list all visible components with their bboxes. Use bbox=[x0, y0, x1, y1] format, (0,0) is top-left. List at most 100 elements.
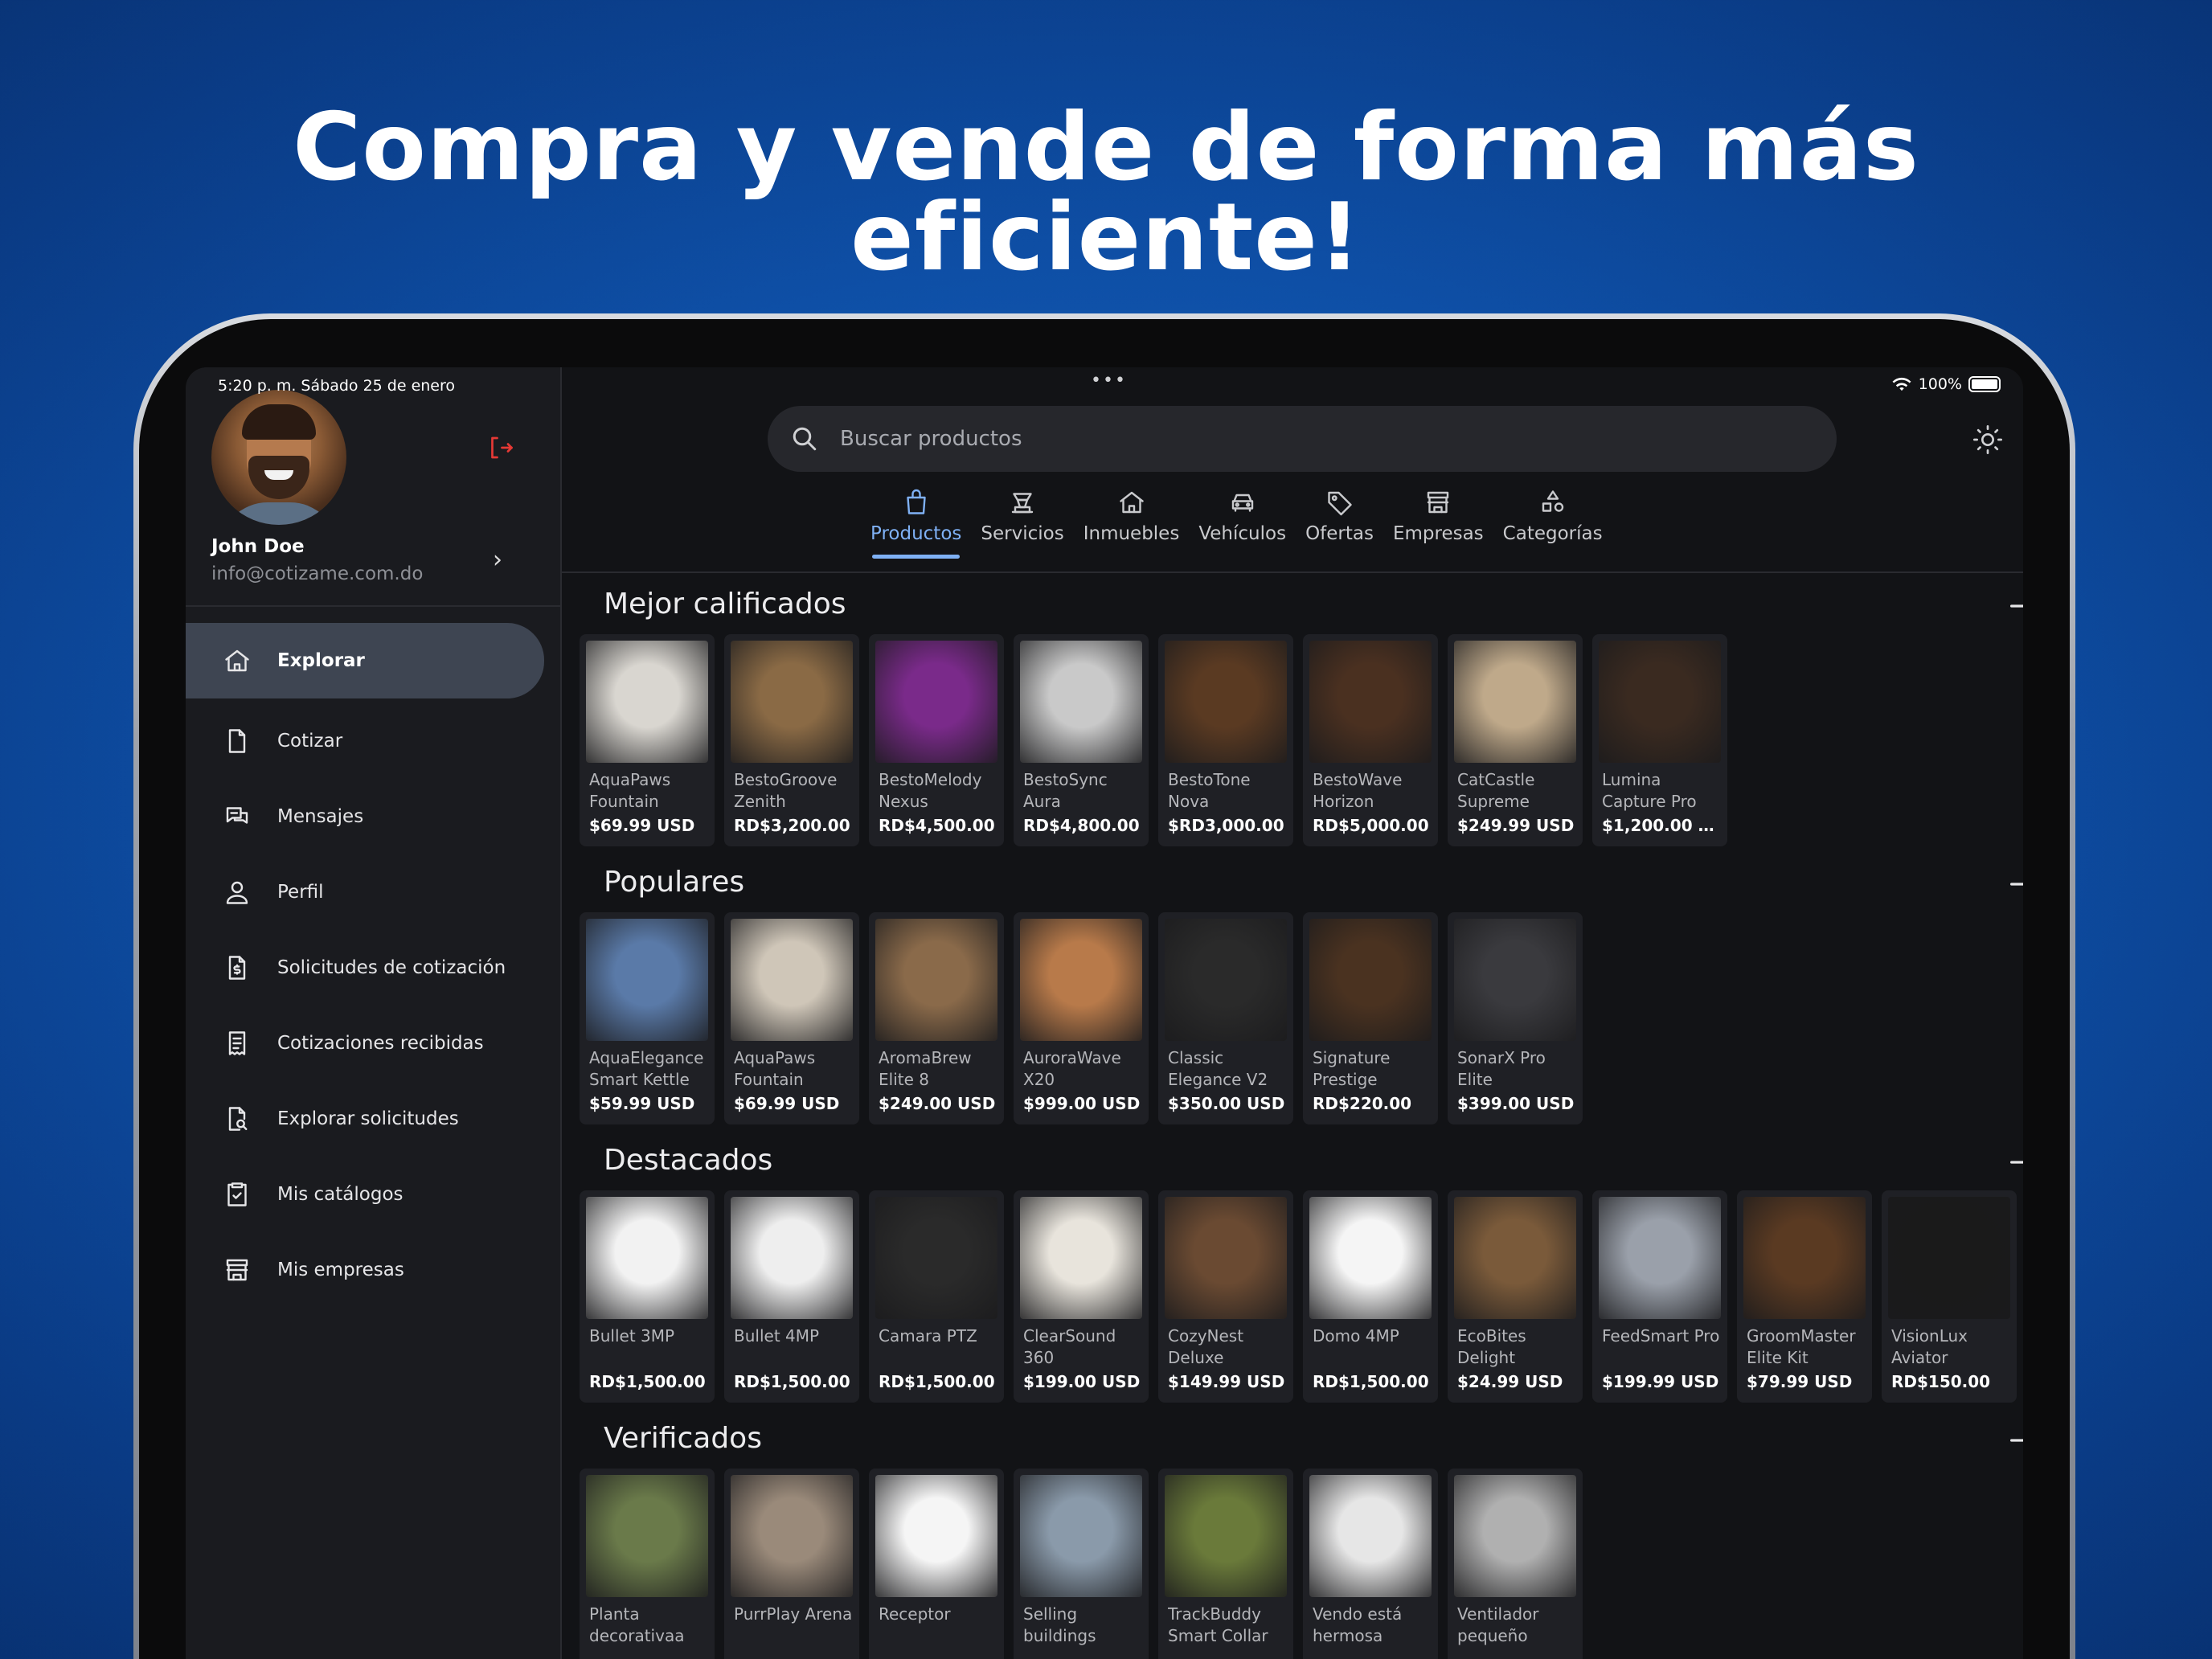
sidebar-item-mis-empresas[interactable]: Mis empresas bbox=[186, 1232, 560, 1308]
search-bar[interactable]: Buscar productos bbox=[768, 406, 1837, 472]
tab-productos[interactable]: Productos bbox=[861, 488, 971, 559]
product-card[interactable]: VisionLux Aviator RD$150.00 bbox=[1882, 1190, 2017, 1403]
product-card[interactable]: Bullet 3MP RD$1,500.00 bbox=[580, 1190, 715, 1403]
tab-inmuebles[interactable]: Inmuebles bbox=[1074, 488, 1190, 544]
product-card[interactable]: AquaPaws Fountain $69.99 USD bbox=[724, 912, 859, 1124]
tab-servicios[interactable]: Servicios bbox=[971, 488, 1073, 544]
product-card[interactable]: AquaPaws Fountain $69.99 USD bbox=[580, 634, 715, 846]
search-input[interactable]: Buscar productos bbox=[840, 427, 1022, 451]
product-row: AquaPaws Fountain $69.99 USD BestoGroove Z… bbox=[580, 634, 1727, 846]
document-icon bbox=[228, 729, 246, 753]
product-card[interactable]: BestoTone Nova $RD3,000.00 bbox=[1158, 634, 1293, 846]
tab-label: Inmuebles bbox=[1083, 523, 1180, 544]
store-icon bbox=[1428, 491, 1449, 514]
product-card[interactable]: BestoMelody Nexus RD$4,500.00 bbox=[869, 634, 1004, 846]
product-card[interactable]: Ventilador pequeño bbox=[1448, 1469, 1583, 1659]
arrow-right-icon[interactable] bbox=[2009, 1428, 2023, 1452]
product-row: AquaElegance Smart Kettle $59.99 USD AquaP… bbox=[580, 912, 1583, 1124]
product-card[interactable]: Camara PTZ RD$1,500.00 bbox=[869, 1190, 1004, 1403]
product-price: $RD3,000.00 bbox=[1168, 816, 1284, 835]
category-tabs: Productos Servicios Inmuebles Vehículos Ofer… bbox=[861, 488, 1612, 559]
sidebar-item-cotizaciones-recibidas[interactable]: Cotizaciones recibidas bbox=[186, 1006, 560, 1081]
tab-empresas[interactable]: Empresas bbox=[1383, 488, 1493, 544]
product-price: $999.00 USD bbox=[1023, 1094, 1141, 1113]
product-price: RD$1,500.00 bbox=[589, 1372, 706, 1391]
product-card[interactable]: Planta decorativaa bbox=[580, 1469, 715, 1659]
product-card[interactable]: PurrPlay Arena bbox=[724, 1469, 859, 1659]
product-name: Domo 4MP bbox=[1313, 1326, 1399, 1346]
sidebar-item-explorar[interactable]: Explorar bbox=[186, 623, 544, 698]
tab-label: Servicios bbox=[981, 523, 1064, 544]
product-card[interactable]: BestoSync Aura RD$4,800.00 bbox=[1014, 634, 1149, 846]
sidebar-item-mensajes[interactable]: Mensajes bbox=[186, 779, 560, 854]
arrow-right-icon[interactable] bbox=[2009, 872, 2023, 896]
arrow-right-icon[interactable] bbox=[2009, 1150, 2023, 1174]
product-image bbox=[1020, 919, 1142, 1041]
sidebar-item-cotizar[interactable]: Cotizar bbox=[186, 703, 560, 779]
sidebar-item-label: Mis catálogos bbox=[277, 1184, 403, 1205]
product-price: $249.00 USD bbox=[879, 1094, 996, 1113]
product-name: BestoTone Nova bbox=[1168, 770, 1251, 811]
product-image bbox=[586, 641, 708, 763]
product-card[interactable]: Lumina Capture Pro $1,200.00 USD bbox=[1592, 634, 1727, 846]
product-card[interactable]: BestoGroove Zenith RD$3,200.00 bbox=[724, 634, 859, 846]
logout-icon[interactable] bbox=[486, 433, 515, 462]
product-price: $59.99 USD bbox=[589, 1094, 695, 1113]
product-card[interactable]: Selling buildings bbox=[1014, 1469, 1149, 1659]
product-card[interactable]: BestoWave Horizon RD$5,000.00 bbox=[1303, 634, 1438, 846]
tab-label: Vehículos bbox=[1198, 523, 1287, 544]
avatar[interactable] bbox=[211, 390, 346, 525]
product-card[interactable]: Domo 4MP RD$1,500.00 bbox=[1303, 1190, 1438, 1403]
product-card[interactable]: ClearSound 360 $199.00 USD bbox=[1014, 1190, 1149, 1403]
tab-ofertas[interactable]: Ofertas bbox=[1296, 488, 1383, 544]
product-image bbox=[875, 919, 997, 1041]
sidebar-item-label: Mis empresas bbox=[277, 1260, 404, 1280]
sidebar-item-icon bbox=[221, 801, 253, 833]
product-card[interactable]: FeedSmart Pro $199.99 USD bbox=[1592, 1190, 1727, 1403]
sidebar-item-perfil[interactable]: Perfil bbox=[186, 854, 560, 930]
product-card[interactable]: GroomMaster Elite Kit $79.99 USD bbox=[1737, 1190, 1872, 1403]
sidebar-item-explorar-solicitudes[interactable]: Explorar solicitudes bbox=[186, 1081, 560, 1157]
user-name[interactable]: John Doe bbox=[211, 536, 305, 557]
product-name: AquaElegance Smart Kettle bbox=[589, 1048, 704, 1089]
product-name: Ventilador pequeño bbox=[1457, 1604, 1539, 1645]
product-card[interactable]: TrackBuddy Smart Collar bbox=[1158, 1469, 1293, 1659]
product-price: $149.99 USD bbox=[1168, 1372, 1285, 1391]
product-name: Bullet 3MP bbox=[589, 1326, 675, 1346]
product-card[interactable]: Vendo está hermosa planta bbox=[1303, 1469, 1438, 1659]
product-image bbox=[1165, 1197, 1287, 1319]
product-name: Bullet 4MP bbox=[734, 1326, 820, 1346]
product-card[interactable]: AquaElegance Smart Kettle $59.99 USD bbox=[580, 912, 715, 1124]
product-name: VisionLux Aviator bbox=[1891, 1326, 1968, 1367]
product-card[interactable]: AuroraWave X20 $999.00 USD bbox=[1014, 912, 1149, 1124]
product-card[interactable]: CozyNest Deluxe $149.99 USD bbox=[1158, 1190, 1293, 1403]
product-card[interactable]: Signature Prestige RD$220.00 bbox=[1303, 912, 1438, 1124]
product-image bbox=[1309, 641, 1432, 763]
product-card[interactable]: Bullet 4MP RD$1,500.00 bbox=[724, 1190, 859, 1403]
product-card[interactable]: Receptor bbox=[869, 1469, 1004, 1659]
product-name: ClearSound 360 bbox=[1023, 1326, 1116, 1367]
chevron-right-icon[interactable]: › bbox=[493, 546, 502, 574]
product-card[interactable]: SonarX Pro Elite $399.00 USD bbox=[1448, 912, 1583, 1124]
product-image bbox=[731, 919, 853, 1041]
product-card[interactable]: CatCastle Supreme $249.99 USD bbox=[1448, 634, 1583, 846]
product-price: RD$1,500.00 bbox=[734, 1372, 850, 1391]
sidebar-item-mis-catálogos[interactable]: Mis catálogos bbox=[186, 1157, 560, 1232]
product-image bbox=[1165, 641, 1287, 763]
arrow-right-icon[interactable] bbox=[2009, 594, 2023, 618]
product-card[interactable]: Classic Elegance V2 $350.00 USD bbox=[1158, 912, 1293, 1124]
sidebar-item-icon bbox=[221, 725, 253, 757]
product-image bbox=[1020, 1475, 1142, 1597]
product-name: BestoSync Aura bbox=[1023, 770, 1108, 811]
product-card[interactable]: EcoBites Delight $24.99 USD bbox=[1448, 1190, 1583, 1403]
product-name: BestoGroove Zenith bbox=[734, 770, 838, 811]
product-name: AquaPaws Fountain bbox=[734, 1048, 816, 1089]
product-price: $399.00 USD bbox=[1457, 1094, 1575, 1113]
product-price: $69.99 USD bbox=[734, 1094, 840, 1113]
sidebar-item-solicitudes-de-cotización[interactable]: Solicitudes de cotización bbox=[186, 930, 560, 1006]
product-price: RD$4,800.00 bbox=[1023, 816, 1140, 835]
product-card[interactable]: AromaBrew Elite 8 $249.00 USD bbox=[869, 912, 1004, 1124]
tab-categorías[interactable]: Categorías bbox=[1493, 488, 1612, 544]
sun-icon[interactable] bbox=[1972, 424, 2004, 456]
tab-vehículos[interactable]: Vehículos bbox=[1189, 488, 1296, 544]
